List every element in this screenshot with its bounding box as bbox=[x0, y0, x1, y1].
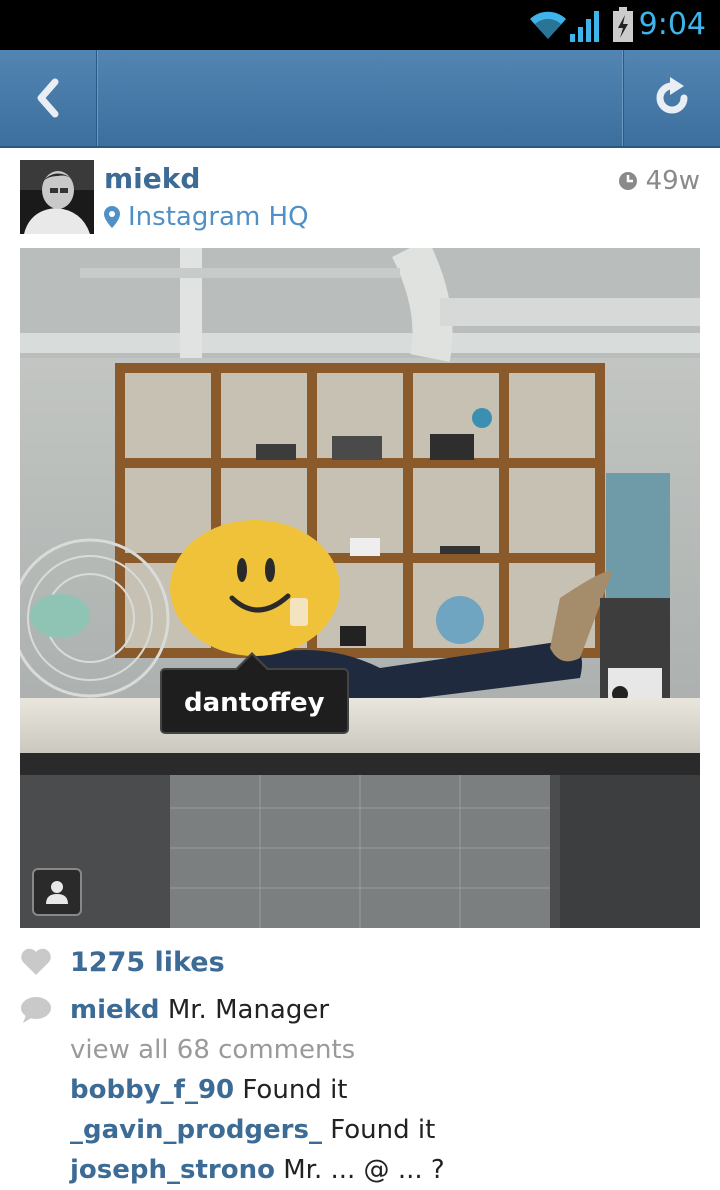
battery-charging-icon bbox=[613, 7, 633, 42]
status-time: 9:04 bbox=[638, 7, 706, 42]
view-all-comments-row: view all 68 comments bbox=[20, 1030, 700, 1070]
post-photo[interactable] bbox=[20, 248, 700, 928]
wifi-icon bbox=[530, 11, 566, 39]
user-tag-popup[interactable]: dantoffey bbox=[160, 652, 349, 734]
timestamp-label: 49w bbox=[645, 166, 700, 196]
likes-count[interactable]: 1275 likes bbox=[70, 947, 225, 978]
chevron-left-icon bbox=[37, 78, 59, 118]
view-all-comments-link[interactable]: view all 68 comments bbox=[70, 1035, 355, 1065]
list-item: bobby_f_90 Found it bbox=[20, 1070, 700, 1110]
comment-text: Mr. ... @ ... ? bbox=[283, 1155, 445, 1185]
comment-username[interactable]: _gavin_prodgers_ bbox=[70, 1115, 322, 1145]
caption-row: miekd Mr. Manager bbox=[20, 990, 700, 1030]
location-label: Instagram HQ bbox=[128, 202, 309, 232]
comment-text: Found it bbox=[242, 1075, 348, 1105]
post-username[interactable]: miekd bbox=[104, 162, 200, 195]
list-item: _gavin_prodgers_ Found it bbox=[20, 1110, 700, 1150]
comment-text: Found it bbox=[330, 1115, 436, 1145]
post-timestamp: 49w bbox=[618, 166, 700, 196]
clock-icon bbox=[618, 171, 638, 191]
show-tags-button[interactable] bbox=[32, 868, 82, 916]
post-header: miekd Instagram HQ 49w bbox=[20, 160, 700, 236]
back-button[interactable] bbox=[0, 50, 97, 146]
avatar[interactable] bbox=[20, 160, 94, 234]
caption-text: Mr. Manager bbox=[167, 995, 330, 1025]
caption-username[interactable]: miekd bbox=[70, 995, 160, 1025]
status-bar: 9:04 bbox=[0, 0, 720, 50]
signal-icon bbox=[570, 11, 599, 42]
likes-row: 1275 likes bbox=[20, 942, 225, 982]
refresh-button[interactable] bbox=[623, 50, 720, 146]
action-bar bbox=[0, 50, 720, 148]
comment-username[interactable]: joseph_strono bbox=[70, 1155, 275, 1185]
post-location[interactable]: Instagram HQ bbox=[104, 202, 309, 232]
comments-list: miekd Mr. Manager view all 68 comments b… bbox=[20, 990, 700, 1190]
person-icon bbox=[46, 881, 68, 904]
list-item: joseph_strono Mr. ... @ ... ? bbox=[20, 1150, 700, 1190]
refresh-icon bbox=[656, 77, 688, 114]
comment-username[interactable]: bobby_f_90 bbox=[70, 1075, 234, 1105]
heart-icon[interactable] bbox=[20, 948, 52, 976]
location-pin-icon bbox=[104, 206, 120, 228]
